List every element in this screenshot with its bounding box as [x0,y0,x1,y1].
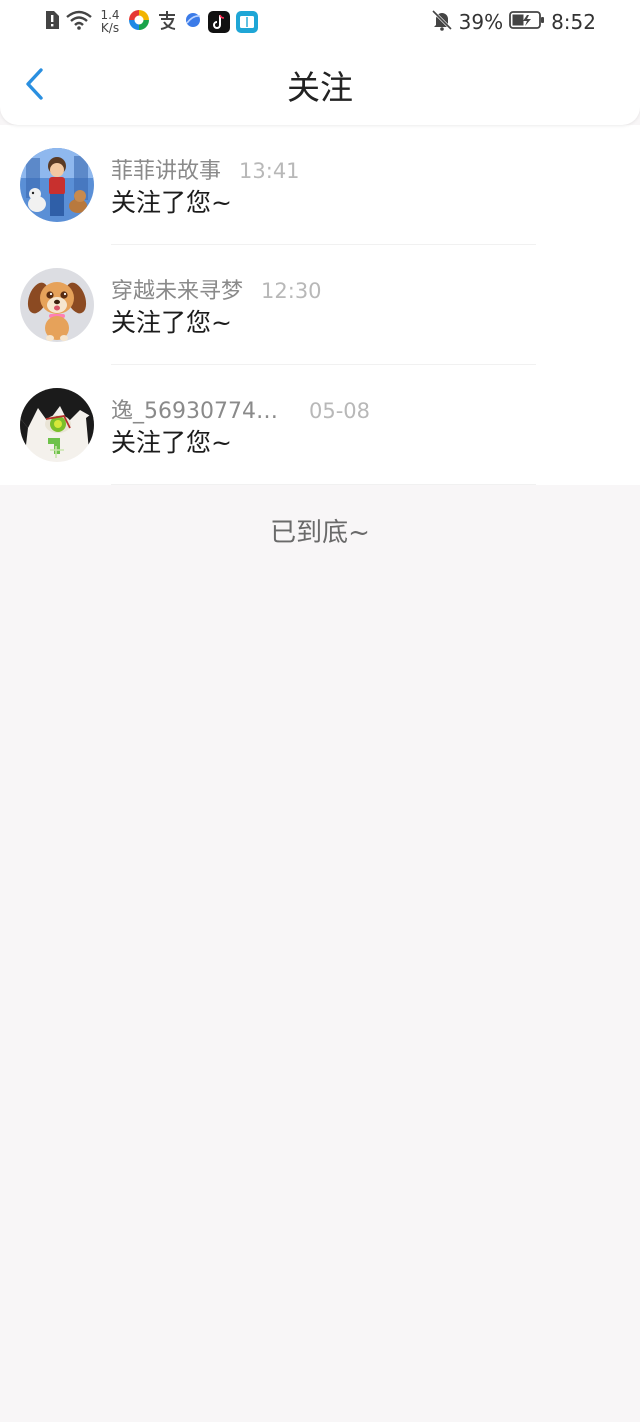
app-reader-icon [236,11,258,33]
follow-message: 关注了您~ [111,188,232,217]
user-name[interactable]: 穿越未来寻梦 [111,273,243,305]
nav-bar: 关注 [0,44,640,124]
app-tiktok-icon [208,11,230,33]
list-item[interactable]: 菲菲讲故事 13:41 关注了您~ [0,125,640,245]
follow-message: 关注了您~ [111,428,232,457]
battery-charging-icon [509,10,545,35]
follow-message: 关注了您~ [111,308,232,337]
app-alipay-icon [156,9,178,35]
battery-percent: 39% [458,10,504,34]
app-360-icon [128,9,150,35]
status-bar-left: 1.4 K/s [44,6,258,38]
list-item[interactable]: 穿越未来寻梦 12:30 关注了您~ [0,245,640,365]
cartoon-boy-avatar[interactable] [20,148,94,222]
app-browser-icon [184,11,202,33]
status-bar-right: 39% 8:52 [431,6,596,38]
wifi-icon [66,10,92,34]
end-of-list-text: 已到底~ [270,518,370,548]
follow-time: 05-08 [309,399,371,423]
network-speed-value: 1.4 [100,8,120,22]
name-row: 菲菲讲故事 13:41 [111,153,300,185]
user-name[interactable]: 菲菲讲故事 [111,153,221,185]
network-speed: 1.4 K/s [98,9,122,35]
status-bar: 1.4 K/s 39% 8:52 [0,0,640,44]
follow-list: 菲菲讲故事 13:41 关注了您~ 穿越未来寻梦 12:30 关注了您~ 逸_5… [0,125,640,485]
top-bar: 1.4 K/s 39% 8:52 关注 [0,0,640,125]
network-speed-unit: K/s [100,21,120,35]
follow-time: 12:30 [261,279,322,303]
follow-time: 13:41 [239,159,300,183]
clock: 8:52 [551,10,596,34]
name-row: 穿越未来寻梦 12:30 [111,273,322,305]
bell-muted-icon [431,9,453,36]
user-name[interactable]: 逸_569307747... [111,393,283,425]
list-item[interactable]: 逸_569307747... 05-08 关注了您~ [0,365,640,485]
page-title: 关注 [287,68,353,107]
puppy-avatar[interactable] [20,268,94,342]
anime-eye-avatar[interactable] [20,388,94,462]
name-row: 逸_569307747... 05-08 [111,393,370,425]
divider [111,484,536,485]
alert-icon [44,10,60,34]
